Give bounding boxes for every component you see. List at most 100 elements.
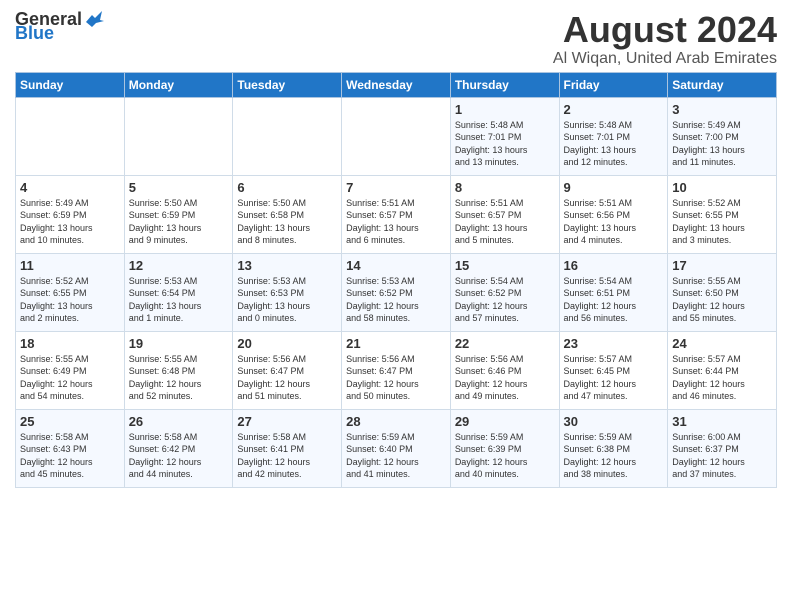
cell-info: Sunrise: 5:58 AM [237,431,337,444]
cell-info: Sunrise: 5:59 AM [455,431,555,444]
cell-info: Daylight: 13 hours [564,222,664,235]
cell-info: Daylight: 12 hours [237,456,337,469]
day-number: 2 [564,102,664,117]
cell-info: Sunset: 6:51 PM [564,287,664,300]
calendar-cell: 1Sunrise: 5:48 AMSunset: 7:01 PMDaylight… [450,97,559,175]
calendar-cell: 3Sunrise: 5:49 AMSunset: 7:00 PMDaylight… [668,97,777,175]
cell-info: Sunset: 6:59 PM [20,209,120,222]
day-number: 10 [672,180,772,195]
title-area: August 2024 Al Wiqan, United Arab Emirat… [553,10,777,68]
calendar-cell: 22Sunrise: 5:56 AMSunset: 6:46 PMDayligh… [450,331,559,409]
cell-info: Sunset: 6:45 PM [564,365,664,378]
header-day: Sunday [16,72,125,97]
cell-info: and 11 minutes. [672,156,772,169]
cell-info: Sunset: 6:40 PM [346,443,446,456]
cell-info: Sunset: 6:41 PM [237,443,337,456]
calendar-cell: 7Sunrise: 5:51 AMSunset: 6:57 PMDaylight… [342,175,451,253]
cell-info: Sunrise: 5:58 AM [20,431,120,444]
day-number: 27 [237,414,337,429]
cell-info: Daylight: 13 hours [129,222,229,235]
cell-info: Sunrise: 5:49 AM [20,197,120,210]
calendar-cell: 19Sunrise: 5:55 AMSunset: 6:48 PMDayligh… [124,331,233,409]
page: General Blue August 2024 Al Wiqan, Unite… [0,0,792,493]
week-row: 25Sunrise: 5:58 AMSunset: 6:43 PMDayligh… [16,409,777,487]
day-number: 4 [20,180,120,195]
calendar-cell: 29Sunrise: 5:59 AMSunset: 6:39 PMDayligh… [450,409,559,487]
cell-info: Daylight: 12 hours [237,378,337,391]
logo: General Blue [15,10,106,42]
week-row: 4 Sunrise: 5:49 AMSunset: 6:59 PM Daylight… [16,175,777,253]
day-number: 19 [129,336,229,351]
cell-info: Sunset: 6:38 PM [564,443,664,456]
cell-info: Daylight: 12 hours [346,456,446,469]
cell-info: and 1 minute. [129,312,229,325]
cell-info: Sunset: 6:49 PM [20,365,120,378]
cell-info: Sunset: 6:57 PM [346,209,446,222]
day-number: 22 [455,336,555,351]
cell-info: and 42 minutes. [237,468,337,481]
cell-info: and 44 minutes. [129,468,229,481]
cell-info: Daylight: 12 hours [672,456,772,469]
cell-info: Daylight: 13 hours [237,300,337,313]
cell-info: Sunset: 6:47 PM [346,365,446,378]
cell-info: Sunrise: 5:51 AM [455,197,555,210]
cell-info: Sunrise: 5:54 AM [455,275,555,288]
cell-info: Sunset: 6:37 PM [672,443,772,456]
day-number: 29 [455,414,555,429]
cell-info: Sunrise: 5:54 AM [564,275,664,288]
calendar-cell: 14Sunrise: 5:53 AMSunset: 6:52 PMDayligh… [342,253,451,331]
day-number: 3 [672,102,772,117]
day-number: 31 [672,414,772,429]
cell-info: Sunset: 6:44 PM [672,365,772,378]
day-number: 16 [564,258,664,273]
cell-info: Daylight: 12 hours [129,456,229,469]
calendar-cell [16,97,125,175]
cell-info: Sunrise: 5:57 AM [672,353,772,366]
day-number: 6 [237,180,337,195]
day-number: 21 [346,336,446,351]
calendar-cell: 15Sunrise: 5:54 AMSunset: 6:52 PMDayligh… [450,253,559,331]
cell-info: Sunset: 6:42 PM [129,443,229,456]
day-number: 17 [672,258,772,273]
cell-info: Sunrise: 5:53 AM [346,275,446,288]
cell-info: and 58 minutes. [346,312,446,325]
cell-info: Sunrise: 5:59 AM [346,431,446,444]
cell-info: and 57 minutes. [455,312,555,325]
cell-info: Daylight: 12 hours [346,300,446,313]
cell-info: and 13 minutes. [455,156,555,169]
calendar-cell [342,97,451,175]
day-number: 13 [237,258,337,273]
cell-info: Sunrise: 6:00 AM [672,431,772,444]
cell-info: Daylight: 12 hours [129,378,229,391]
cell-info: Daylight: 12 hours [455,456,555,469]
cell-info: Daylight: 12 hours [20,378,120,391]
cell-info: Sunset: 7:00 PM [672,131,772,144]
calendar-cell: 11Sunrise: 5:52 AMSunset: 6:55 PMDayligh… [16,253,125,331]
calendar-cell: 24Sunrise: 5:57 AMSunset: 6:44 PMDayligh… [668,331,777,409]
cell-info: Sunrise: 5:53 AM [129,275,229,288]
cell-info: Sunrise: 5:55 AM [672,275,772,288]
cell-info: Daylight: 12 hours [672,300,772,313]
cell-info: Sunset: 6:46 PM [455,365,555,378]
cell-info: Sunset: 6:55 PM [672,209,772,222]
day-number: 5 [129,180,229,195]
logo-blue: Blue [15,24,106,42]
header: General Blue August 2024 Al Wiqan, Unite… [15,10,777,68]
cell-info: Daylight: 12 hours [455,378,555,391]
day-number: 28 [346,414,446,429]
cell-info: Sunrise: 5:56 AM [346,353,446,366]
calendar-cell: 13Sunrise: 5:53 AMSunset: 6:53 PMDayligh… [233,253,342,331]
cell-info: Daylight: 12 hours [564,378,664,391]
day-number: 30 [564,414,664,429]
calendar-cell: 8Sunrise: 5:51 AMSunset: 6:57 PMDaylight… [450,175,559,253]
calendar-cell: 28 Sunrise: 5:59 AMSunset: 6:40 PMDayligh… [342,409,451,487]
cell-info: and 45 minutes. [20,468,120,481]
cell-info: Daylight: 12 hours [455,300,555,313]
calendar-cell: 2Sunrise: 5:48 AMSunset: 7:01 PMDaylight… [559,97,668,175]
calendar-header: SundayMondayTuesdayWednesdayThursdayFrid… [16,72,777,97]
cell-info: and 8 minutes. [237,234,337,247]
calendar-cell: 9Sunrise: 5:51 AMSunset: 6:56 PMDaylight… [559,175,668,253]
cell-info: and 9 minutes. [129,234,229,247]
calendar-cell: 16Sunrise: 5:54 AMSunset: 6:51 PMDayligh… [559,253,668,331]
day-number: 8 [455,180,555,195]
